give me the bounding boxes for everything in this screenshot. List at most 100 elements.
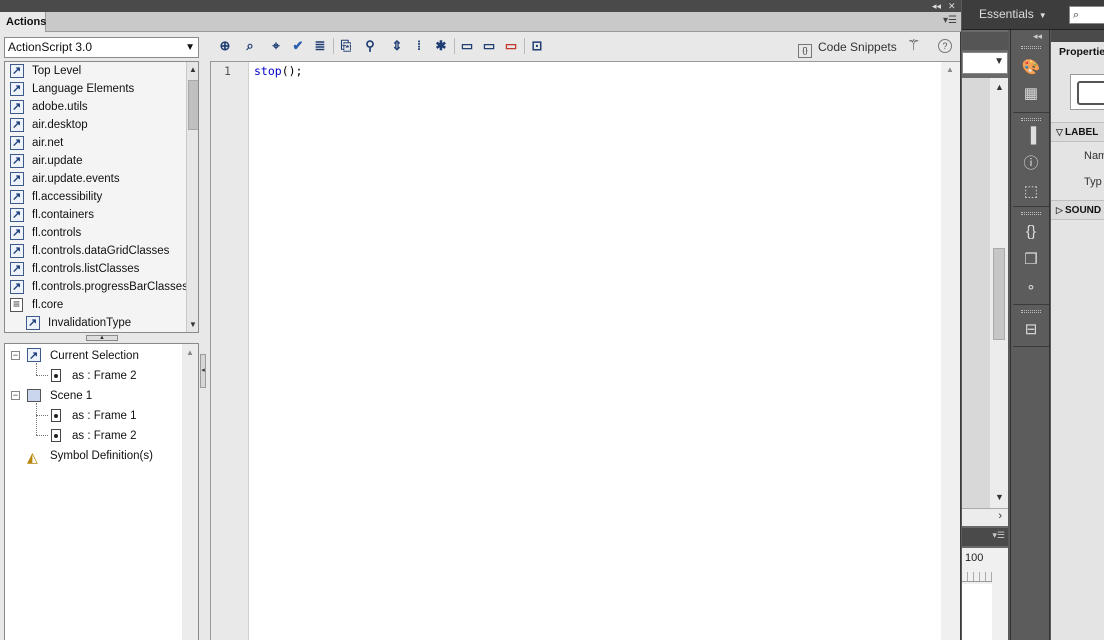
line-number: 1 xyxy=(224,64,231,78)
help-icon[interactable]: ? xyxy=(938,39,952,53)
scroll-down-icon[interactable]: ▼ xyxy=(995,492,1004,502)
collapse-icon[interactable]: ◂◂ xyxy=(932,0,941,12)
nav-scene-label: Scene 1 xyxy=(50,390,93,402)
scroll-thumb[interactable] xyxy=(993,248,1005,340)
code-line[interactable]: stop(); xyxy=(254,64,302,78)
motion-presets-icon[interactable]: ∘ xyxy=(1021,278,1041,298)
language-select[interactable]: ActionScript 3.0 ▼ xyxy=(4,37,199,58)
add-statement-icon[interactable]: ⊕ xyxy=(216,37,234,55)
package-icon xyxy=(10,260,24,278)
script-editor[interactable]: 1 stop(); ▲ xyxy=(210,61,960,640)
check-syntax-icon[interactable]: ✔ xyxy=(289,37,307,55)
align-icon[interactable]: ▐ xyxy=(1021,126,1041,146)
package-icon xyxy=(10,224,24,242)
insert-target-path-icon[interactable]: ⌖ xyxy=(267,37,285,55)
expand-all-icon[interactable]: ✱ xyxy=(432,37,450,55)
properties-panel: Properties ▽LABEL Nam Typ ▷SOUND xyxy=(1051,30,1104,640)
tree-connector xyxy=(36,363,37,375)
scroll-up-icon[interactable]: ▲ xyxy=(995,82,1004,92)
timeline-ruler[interactable] xyxy=(962,572,992,582)
tree-connector xyxy=(36,403,37,435)
chevron-down-icon: ▼ xyxy=(185,42,195,53)
search-icon: ⌕ xyxy=(1073,9,1080,21)
remove-comment-icon[interactable]: ▭ xyxy=(502,37,520,55)
components-icon[interactable]: ❒ xyxy=(1021,250,1041,270)
panel-grip[interactable] xyxy=(1021,310,1041,313)
find-icon[interactable]: ⌕ xyxy=(241,37,259,55)
zoom-select[interactable]: ▼ xyxy=(962,52,1008,74)
show-hide-toolbox-icon[interactable]: ⊡ xyxy=(528,37,546,55)
code-keyword: stop xyxy=(254,64,282,78)
label-section-header[interactable]: ▽ LABEL xyxy=(1051,122,1104,142)
timeline-frame-number: 100 xyxy=(965,552,984,564)
info-icon[interactable]: ⓘ xyxy=(1021,154,1041,174)
timeline-frames[interactable] xyxy=(962,584,992,640)
swatches-icon[interactable]: ▦ xyxy=(1021,84,1041,104)
package-icon xyxy=(10,152,24,170)
package-icon xyxy=(10,98,24,116)
actions-tab-row: Actions ▾☰ xyxy=(0,12,961,32)
stage-horizontal-scrollbar[interactable]: › xyxy=(962,508,1008,526)
toolbox-item-label: air.net xyxy=(32,137,64,149)
package-icon xyxy=(10,170,24,188)
panel-grip[interactable] xyxy=(1021,46,1041,49)
scroll-down-icon[interactable]: ▼ xyxy=(189,320,197,329)
workspace-switcher[interactable]: Essentials ▼ xyxy=(979,7,1047,21)
sound-section-header[interactable]: ▷ SOUND xyxy=(1051,200,1104,220)
close-icon[interactable]: ✕ xyxy=(948,0,956,12)
panel-grip[interactable] xyxy=(1021,118,1041,121)
collapse-icon[interactable]: − xyxy=(11,391,20,400)
scene-icon xyxy=(27,389,41,402)
chevron-down-icon: ▼ xyxy=(994,56,1004,67)
scroll-thumb[interactable] xyxy=(188,80,198,130)
scroll-up-icon[interactable]: ▲ xyxy=(189,65,197,74)
stage-vertical-scrollbar[interactable]: ▲ ▼ xyxy=(990,78,1008,510)
toolbox-scrollbar[interactable]: ▲ ▼ xyxy=(186,62,198,332)
collapse-between-braces-icon[interactable]: ⇕ xyxy=(388,37,406,55)
help-search-input[interactable]: ⌕ xyxy=(1069,6,1104,24)
tree-connector xyxy=(36,435,48,436)
timeline-panel: 100 xyxy=(962,548,1008,640)
nav-frame-label: as : Frame 1 xyxy=(72,410,137,422)
code-snippets-button[interactable]: {} Code Snippets xyxy=(798,38,897,58)
package-icon xyxy=(10,188,24,206)
panel-menu-icon[interactable]: ▾☰ xyxy=(992,530,1005,541)
show-code-hint-icon[interactable]: ⎘ xyxy=(337,37,355,55)
debug-options-icon[interactable]: ⚲ xyxy=(361,37,379,55)
scroll-up-icon[interactable]: ▲ xyxy=(186,348,194,357)
panel-menu-icon[interactable]: ▾☰ xyxy=(943,15,957,26)
apply-block-comment-icon[interactable]: ▭ xyxy=(458,37,476,55)
auto-format-icon[interactable]: ≣ xyxy=(311,37,329,55)
scroll-up-icon[interactable]: ▲ xyxy=(946,65,954,74)
frame-preview-icon xyxy=(1070,74,1104,110)
scroll-right-icon[interactable]: › xyxy=(998,510,1002,522)
toolbox-item-label: adobe.utils xyxy=(32,101,88,113)
code-snippets-label: Code Snippets xyxy=(818,40,897,54)
panel-divider xyxy=(1013,346,1049,347)
code-snippets-panel-icon[interactable]: {} xyxy=(1021,222,1041,242)
collapse-left-pane-handle[interactable]: ◂ xyxy=(200,354,206,388)
properties-tab[interactable]: Properties xyxy=(1054,42,1104,62)
panel-divider xyxy=(1013,206,1049,207)
script-navigator: − Current Selection as : Frame 2 − Scene… xyxy=(4,343,199,640)
type-field-label: Typ xyxy=(1084,176,1102,188)
actions-tab[interactable]: Actions xyxy=(0,12,46,32)
script-assist-wand-icon[interactable]: ⚚ xyxy=(907,37,927,55)
toolbox-item-label: fl.controls.dataGridClasses xyxy=(32,245,170,257)
nav-current-selection-label: Current Selection xyxy=(50,350,139,362)
name-field-label: Nam xyxy=(1084,150,1104,162)
pane-splitter-handle[interactable]: ▲ xyxy=(86,335,118,341)
package-icon xyxy=(10,134,24,152)
collapse-icon[interactable]: − xyxy=(11,351,20,360)
library-icon[interactable]: ⊟ xyxy=(1021,320,1041,340)
editor-scrollbar[interactable]: ▲ xyxy=(941,62,960,640)
expand-panels-icon[interactable]: ◂◂ xyxy=(1033,31,1042,42)
panel-grip[interactable] xyxy=(1021,212,1041,215)
transform-icon[interactable]: ⬚ xyxy=(1021,182,1041,202)
color-palette-icon[interactable]: 🎨 xyxy=(1021,58,1041,78)
navigator-scrollbar[interactable]: ▲ xyxy=(182,344,198,640)
actions-titlebar: ◂◂ ✕ xyxy=(0,0,961,12)
toolbox-item-label: InvalidationType xyxy=(48,317,132,329)
collapse-selection-icon[interactable]: ⁞ xyxy=(410,37,428,55)
apply-line-comment-icon[interactable]: ▭ xyxy=(480,37,498,55)
